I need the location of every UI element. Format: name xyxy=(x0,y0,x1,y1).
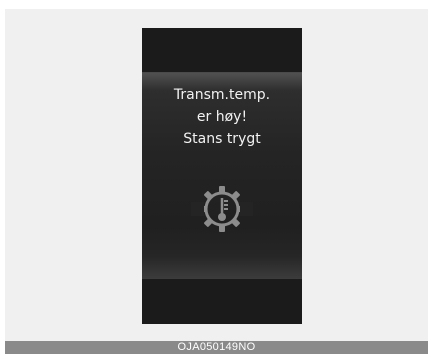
warning-message-line-3: Stans trygt xyxy=(183,131,261,147)
warning-message: Transm.temp. er høy! Stans trygt xyxy=(142,84,302,150)
warning-message-line-1: Transm.temp. xyxy=(173,87,271,103)
figure-code: OJA050149NO xyxy=(177,341,256,353)
transmission-temperature-warning-icon xyxy=(191,178,253,240)
instrument-cluster-display: Transm.temp. er høy! Stans trygt xyxy=(142,28,302,324)
panel-bottom-highlight xyxy=(142,256,302,278)
warning-message-line-2: er høy! xyxy=(196,109,248,125)
caption-bar: OJA050149NO xyxy=(5,341,428,354)
